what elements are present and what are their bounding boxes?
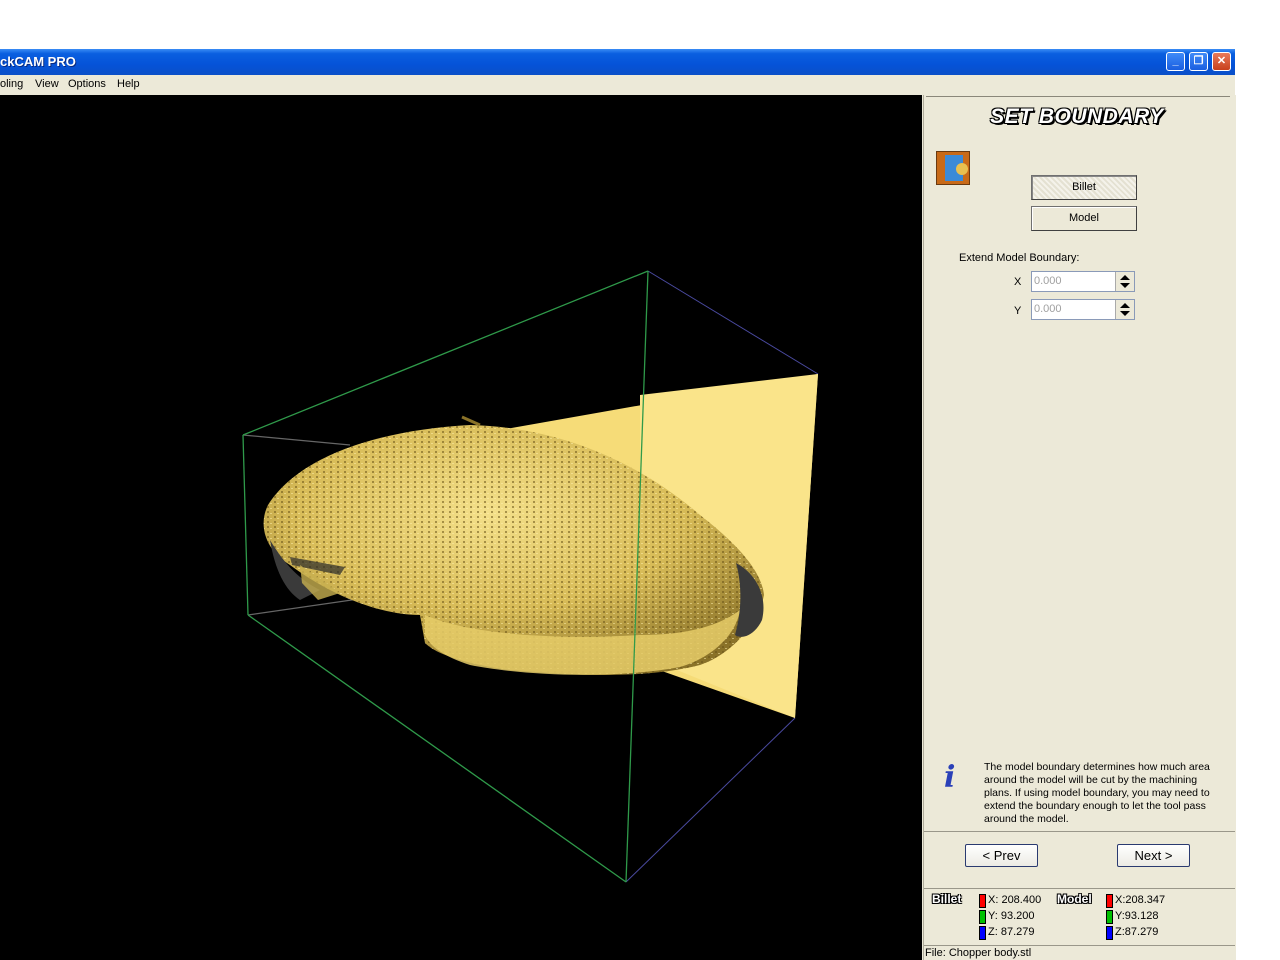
panel-top-line: [926, 96, 1230, 97]
title-bar[interactable]: ckCAM PRO _ ❐ ✕: [0, 49, 1235, 75]
status-bar: File: Chopper body.stl: [924, 945, 1235, 960]
divider-nav: [924, 831, 1235, 832]
axis-z-swatch: [979, 926, 986, 940]
maximize-button[interactable]: ❐: [1189, 52, 1208, 71]
extend-boundary-label: Extend Model Boundary:: [959, 252, 1080, 264]
window-title: ckCAM PRO: [0, 54, 76, 69]
axis-z-swatch: [1106, 926, 1113, 940]
model-button[interactable]: Model: [1031, 206, 1137, 231]
axis-y-swatch: [979, 910, 986, 924]
model-y: Y:93.128: [1115, 910, 1159, 922]
x-extend-value: 0.000: [1034, 275, 1062, 287]
divider-stats: [924, 888, 1235, 889]
axis-x-swatch: [1106, 894, 1113, 908]
menu-options[interactable]: Options: [68, 78, 106, 90]
model-stats-title: Model: [1057, 892, 1092, 906]
info-text: The model boundary determines how much a…: [984, 761, 1210, 825]
y-spin-arrows[interactable]: [1115, 300, 1134, 319]
x-spin-arrows[interactable]: [1115, 272, 1134, 291]
wizard-panel: SET BOUNDARY Billet Model Extend Model B…: [923, 95, 1236, 960]
axis-x-swatch: [979, 894, 986, 908]
menu-help[interactable]: Help: [117, 78, 140, 90]
panel-heading: SET BOUNDARY: [990, 105, 1164, 128]
minimize-button[interactable]: _: [1166, 52, 1185, 71]
model-z: Z:87.279: [1115, 926, 1159, 938]
billet-x: X: 208.400: [988, 894, 1042, 906]
x-extend-stepper[interactable]: 0.000: [1031, 271, 1135, 292]
billet-y: Y: 93.200: [988, 910, 1035, 922]
menu-bar: oling View Options Help: [0, 75, 1235, 95]
model-render: [242, 270, 819, 883]
billet-stats-title: Billet: [932, 892, 962, 906]
3d-viewport[interactable]: [0, 95, 922, 960]
x-label: X: [1014, 276, 1022, 288]
film-globe-icon: [936, 151, 970, 185]
axis-y-swatch: [1106, 910, 1113, 924]
menu-view[interactable]: View: [35, 78, 59, 90]
close-button[interactable]: ✕: [1212, 52, 1231, 71]
prev-button[interactable]: < Prev: [965, 844, 1038, 867]
menu-tooling[interactable]: oling: [0, 78, 23, 90]
y-extend-value: 0.000: [1034, 303, 1062, 315]
billet-z: Z: 87.279: [988, 926, 1035, 938]
app-window: ckCAM PRO _ ❐ ✕ oling View Options Help: [0, 49, 1236, 960]
billet-button[interactable]: Billet: [1031, 175, 1137, 200]
next-button[interactable]: Next >: [1117, 844, 1190, 867]
y-extend-stepper[interactable]: 0.000: [1031, 299, 1135, 320]
model-x: X:208.347: [1115, 894, 1166, 906]
info-icon: i: [944, 760, 956, 795]
y-label: Y: [1014, 305, 1022, 317]
